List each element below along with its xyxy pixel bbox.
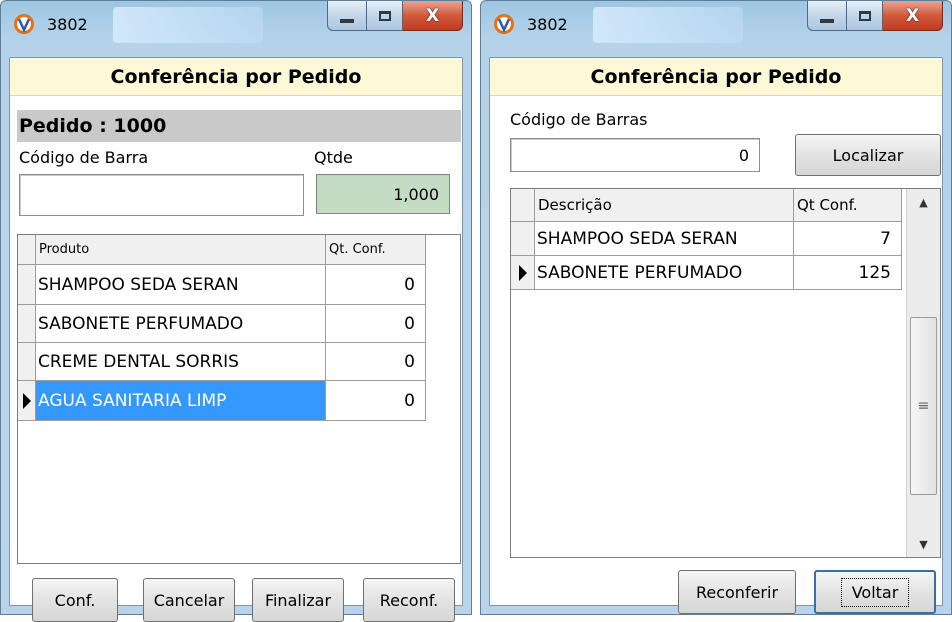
cell-qt-conf[interactable]: 125 — [794, 256, 902, 290]
row-selector[interactable] — [18, 305, 36, 343]
title-redaction — [593, 7, 743, 43]
barcode-label: Código de Barras — [510, 110, 648, 129]
reconf-button[interactable]: Reconf. — [363, 578, 455, 622]
maximize-button[interactable] — [367, 1, 403, 31]
close-button[interactable]: X — [883, 1, 943, 31]
titlebar[interactable]: 3802 X — [1, 1, 471, 49]
titlebar[interactable]: 3802 X — [481, 1, 951, 49]
app-logo-icon — [14, 14, 34, 34]
client-area: Conferência por Pedido Código de Barras … — [489, 57, 943, 614]
row-selector-current[interactable] — [18, 381, 36, 421]
scroll-up-icon[interactable]: ▲ — [907, 189, 940, 215]
voltar-label: Voltar — [840, 577, 910, 607]
products-grid[interactable]: Produto Qt. Conf. SHAMPOO SEDA SERAN 0 S… — [17, 234, 461, 564]
grid-corner — [511, 189, 535, 222]
barcode-input[interactable] — [19, 174, 304, 216]
minimize-icon — [340, 18, 354, 23]
cell-produto[interactable]: CREME DENTAL SORRIS — [36, 343, 326, 381]
row-selector[interactable] — [18, 343, 36, 381]
row-selector-current[interactable] — [511, 256, 535, 290]
conferred-grid[interactable]: Descrição Qt Conf. SHAMPOO SEDA SERAN 7 … — [510, 188, 941, 558]
row-selector[interactable] — [511, 222, 535, 256]
row-selector[interactable] — [18, 265, 36, 305]
barcode-label: Código de Barra — [19, 148, 149, 167]
right-window: 3802 X Conferência por Pedido Código de … — [480, 0, 952, 615]
cell-qt-conf[interactable]: 0 — [326, 381, 426, 421]
reconferir-button[interactable]: Reconferir — [678, 570, 796, 614]
pedido-label: Pedido : 1000 — [17, 110, 461, 142]
localizar-button[interactable]: Localizar — [795, 134, 941, 176]
column-header-produto[interactable]: Produto — [36, 235, 326, 265]
window-controls: X — [807, 1, 943, 33]
grid-corner — [18, 235, 36, 265]
cell-produto[interactable]: SHAMPOO SEDA SERAN — [36, 265, 326, 305]
maximize-button[interactable] — [847, 1, 883, 31]
column-header-qt-conf[interactable]: Qt Conf. — [794, 189, 902, 222]
minimize-button[interactable] — [807, 1, 847, 31]
qty-label: Qtde — [314, 148, 353, 167]
conf-button[interactable]: Conf. — [32, 578, 118, 622]
cancelar-button[interactable]: Cancelar — [143, 578, 235, 622]
row-pointer-icon — [518, 264, 527, 281]
barcode-input[interactable]: 0 — [510, 138, 760, 172]
window-controls: X — [327, 1, 463, 33]
maximize-icon — [378, 10, 391, 21]
scroll-down-icon[interactable]: ▼ — [907, 531, 940, 557]
maximize-icon — [858, 10, 871, 21]
column-header-descricao[interactable]: Descrição — [535, 189, 794, 222]
cell-produto[interactable]: SABONETE PERFUMADO — [36, 305, 326, 343]
cell-produto-selected[interactable]: AGUA SANITARIA LIMP — [36, 381, 326, 421]
close-button[interactable]: X — [403, 1, 463, 31]
cell-qt-conf[interactable]: 0 — [326, 305, 426, 343]
window-title: 3802 — [47, 15, 88, 34]
cell-descricao[interactable]: SHAMPOO SEDA SERAN — [535, 222, 794, 256]
window-title: 3802 — [527, 15, 568, 34]
finalizar-button[interactable]: Finalizar — [252, 578, 344, 622]
column-header-qt-conf[interactable]: Qt. Conf. — [326, 235, 426, 265]
client-area: Conferência por Pedido Pedido : 1000 Cód… — [9, 57, 463, 622]
close-icon: X — [425, 5, 440, 26]
minimize-button[interactable] — [327, 1, 367, 31]
left-window: 3802 X Conferência por Pedido Pedido : 1… — [0, 0, 472, 622]
vertical-scrollbar[interactable]: ▲ ≡ ▼ — [906, 189, 940, 557]
cell-qt-conf[interactable]: 0 — [326, 343, 426, 381]
scroll-thumb[interactable]: ≡ — [910, 317, 937, 495]
app-logo-icon — [494, 14, 514, 34]
form-title: Conferência por Pedido — [10, 58, 462, 96]
cell-descricao[interactable]: SABONETE PERFUMADO — [535, 256, 794, 290]
title-redaction — [113, 7, 263, 43]
qty-field[interactable]: 1,000 — [316, 174, 450, 214]
minimize-icon — [820, 18, 834, 23]
cell-qt-conf[interactable]: 0 — [326, 265, 426, 305]
cell-qt-conf[interactable]: 7 — [794, 222, 902, 256]
voltar-button[interactable]: Voltar — [814, 570, 936, 614]
close-icon: X — [905, 5, 920, 26]
form-title: Conferência por Pedido — [490, 58, 942, 96]
row-pointer-icon — [22, 392, 31, 409]
